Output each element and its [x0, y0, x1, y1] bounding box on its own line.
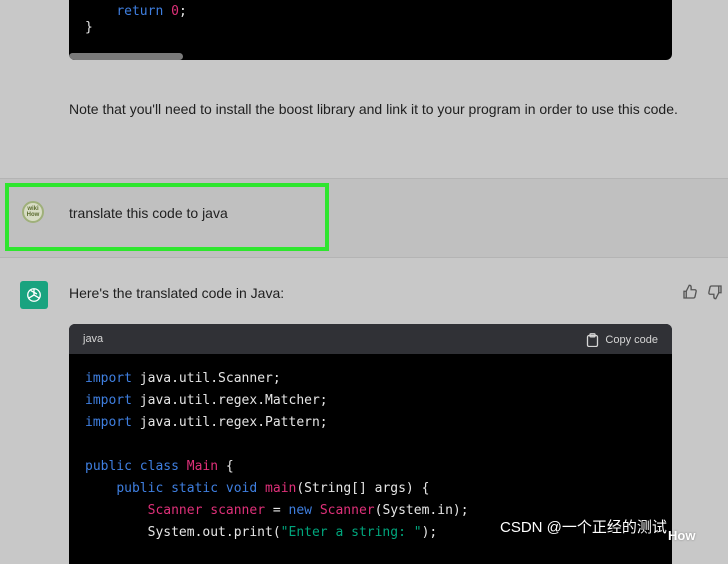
code-line-close: }	[85, 20, 93, 35]
code-header: java Copy code	[69, 324, 672, 354]
previous-code-block: return 0; }	[69, 0, 672, 60]
copy-code-label: Copy code	[605, 334, 658, 346]
assistant-note: Note that you'll need to install the boo…	[69, 101, 678, 117]
code-line: Scanner scanner = new Scanner(System.in)…	[147, 503, 469, 518]
code-line: import java.util.regex.Pattern;	[85, 415, 328, 430]
code-line: import java.util.regex.Matcher;	[85, 393, 328, 408]
code-line-return: return 0;	[116, 4, 187, 19]
code-language-label: java	[83, 333, 104, 345]
code-line: public class Main {	[85, 459, 234, 474]
csdn-watermark: CSDN @一个正经的测试	[500, 519, 667, 536]
thumbs-down-icon[interactable]	[706, 283, 724, 301]
openai-logo-icon	[20, 281, 48, 309]
code-line: public static void main(String[] args) {	[116, 481, 430, 496]
user-avatar: wiki How	[22, 201, 44, 223]
copy-code-button[interactable]: Copy code	[586, 331, 658, 349]
code-body: import java.util.Scanner; import java.ut…	[85, 368, 469, 544]
wikihow-watermark: How	[668, 528, 696, 543]
user-message-text: translate this code to java	[69, 205, 228, 221]
clipboard-icon	[587, 333, 599, 347]
code-line: System.out.print("Enter a string: ");	[85, 525, 438, 540]
code-scrollbar[interactable]	[69, 53, 183, 60]
assistant-intro-text: Here's the translated code in Java:	[69, 285, 285, 301]
thumbs-up-icon[interactable]	[681, 283, 699, 301]
code-line: import java.util.Scanner;	[85, 371, 281, 386]
